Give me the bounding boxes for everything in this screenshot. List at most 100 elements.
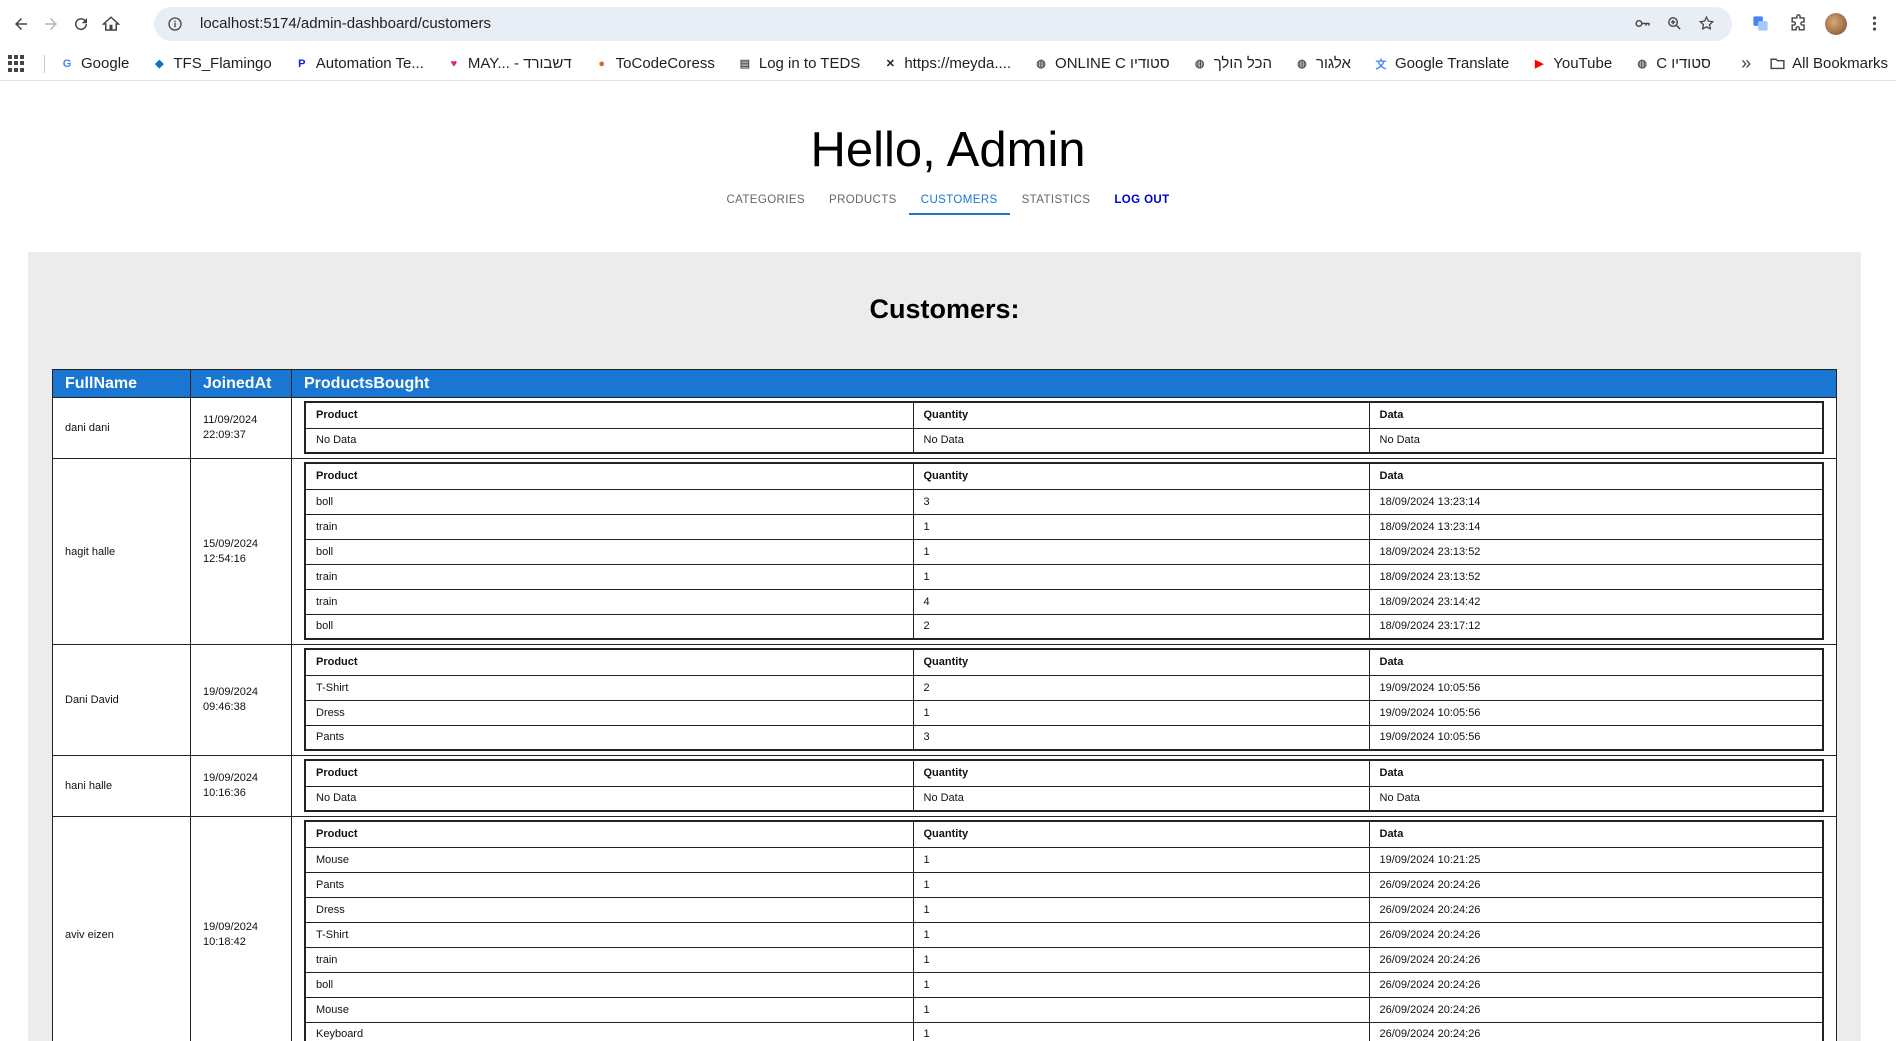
tocode-icon: ●: [598, 57, 605, 70]
tab-categories[interactable]: CATEGORIES: [714, 190, 817, 215]
inner-header-product: Product: [304, 820, 914, 848]
tab-customers[interactable]: CUSTOMERS: [908, 190, 1010, 215]
youtube-icon: ▶: [1535, 58, 1544, 70]
purchase-date: No Data: [1368, 785, 1824, 812]
all-bookmarks-button[interactable]: All Bookmarks: [1769, 55, 1888, 72]
purchase-date: 26/09/2024 20:24:26: [1368, 971, 1824, 998]
purchase-product: boll: [304, 538, 914, 565]
tab-products[interactable]: PRODUCTS: [817, 190, 909, 215]
google-icon: G: [62, 57, 72, 70]
products-bought-cell: Product Quantity Data T-Shirt 2 19/09/2024 10…: [291, 644, 1837, 756]
apps-grid-icon[interactable]: [8, 54, 26, 73]
joined-date: 15/09/2024: [203, 537, 259, 550]
header-fullname: FullName: [52, 369, 191, 398]
teds-icon: ▤: [739, 58, 751, 70]
bookmark-item[interactable]: ▶ YouTube: [1531, 55, 1612, 72]
bookmark-item[interactable]: ◍ ONLINE C סטודיו: [1033, 55, 1169, 72]
bookmark-item[interactable]: ♥ MAY... - דשבורד: [446, 55, 572, 72]
products-bought-table: Product Quantity Data No Data No Data No Data: [304, 401, 1824, 454]
purchase-quantity: 1: [912, 971, 1370, 998]
products-bought-table: Product Quantity Data boll 3 18/09/2024 13:23…: [304, 462, 1824, 640]
admin-page: Hello, Admin CATEGORIES PRODUCTS CUSTOMERS…: [0, 121, 1896, 1041]
purchase-product: boll: [304, 971, 914, 998]
tab-statistics[interactable]: STATISTICS: [1010, 190, 1103, 215]
reload-button[interactable]: [66, 9, 96, 39]
zoom-icon[interactable]: [1658, 11, 1690, 37]
purchase-quantity: 2: [912, 674, 1370, 701]
customer-joinedat: 15/09/2024 12:54:16: [190, 458, 292, 645]
bookmark-label: YouTube: [1553, 55, 1613, 72]
customers-panel: Customers: FullName JoinedAt ProductsBou…: [28, 252, 1861, 1041]
customer-fullname: hani halle: [52, 755, 191, 817]
bookmark-item[interactable]: ◍ C סטודיו: [1634, 55, 1711, 72]
purchase-product: Mouse: [304, 846, 914, 873]
browser-menu-icon[interactable]: [1858, 8, 1890, 40]
purchase-product: T-Shirt: [304, 674, 914, 701]
site-info-icon[interactable]: [164, 13, 186, 35]
home-icon: [102, 15, 120, 31]
products-bought-table: Product Quantity Data T-Shirt 2 19/09/2024 10…: [304, 648, 1824, 751]
joined-time: 22:09:37: [203, 429, 246, 441]
products-bought-cell: Product Quantity Data No Data No Data No Data: [291, 397, 1837, 459]
products-header-row: Product Quantity Data: [304, 759, 1824, 787]
profile-avatar[interactable]: [1820, 8, 1852, 40]
purchase-row: T-Shirt 1 26/09/2024 20:24:26: [304, 921, 1824, 948]
purchase-row: train 1 18/09/2024 23:13:52: [304, 563, 1824, 590]
purchase-quantity: No Data: [912, 785, 1370, 812]
bookmark-item[interactable]: ▤ Log in to TEDS: [737, 55, 861, 72]
bookmark-label: C סטודיו: [1656, 55, 1711, 72]
more-bookmarks-button[interactable]: »: [1741, 53, 1751, 74]
bookmark-item[interactable]: ● ToCodeCoress: [594, 55, 715, 72]
purchase-quantity: 1: [912, 699, 1370, 726]
purchase-row: boll 1 18/09/2024 23:13:52: [304, 538, 1824, 565]
globe-icon: ◍: [1194, 58, 1205, 70]
purchase-date: 19/09/2024 10:05:56: [1368, 699, 1824, 726]
globe-icon: ◍: [1036, 58, 1046, 70]
extensions-puzzle-icon[interactable]: [1782, 8, 1814, 40]
translate-extension-icon[interactable]: [1744, 8, 1776, 40]
inner-header-product: Product: [304, 401, 914, 429]
address-bar[interactable]: localhost:5174/admin-dashboard/customers: [154, 6, 1732, 41]
purchase-product: train: [304, 588, 914, 615]
forward-button[interactable]: [36, 9, 66, 39]
purchase-product: Keyboard: [304, 1021, 914, 1041]
customers-table-header: FullName JoinedAt ProductsBought: [52, 369, 1837, 398]
products-bought-table: Product Quantity Data No Data No Data No Data: [304, 759, 1824, 812]
bookmark-item[interactable]: P Automation Te...: [294, 55, 424, 72]
header-joinedat: JoinedAt: [190, 369, 292, 398]
purchase-date: 26/09/2024 20:24:26: [1368, 896, 1824, 923]
purchase-product: Dress: [304, 699, 914, 726]
purchase-product: Mouse: [304, 996, 914, 1023]
purchase-row: Mouse 1 19/09/2024 10:21:25: [304, 846, 1824, 873]
bookmark-item[interactable]: ◍ הכל הולך: [1192, 55, 1272, 72]
purchase-date: 26/09/2024 20:24:26: [1368, 1021, 1824, 1041]
purchase-date: 19/09/2024 10:21:25: [1368, 846, 1824, 873]
purchase-quantity: 1: [912, 871, 1370, 898]
bookmark-star-icon[interactable]: [1690, 11, 1722, 37]
bookmark-item[interactable]: ◍ אלגור: [1294, 55, 1351, 72]
back-button[interactable]: [6, 9, 36, 39]
url-text[interactable]: localhost:5174/admin-dashboard/customers: [200, 15, 491, 32]
tab-log-out[interactable]: LOG OUT: [1102, 190, 1181, 215]
bookmark-label: הכל הולך: [1213, 55, 1272, 72]
bookmark-item[interactable]: 文 Google Translate: [1373, 55, 1509, 72]
purchase-row: Dress 1 19/09/2024 10:05:56: [304, 699, 1824, 726]
home-button[interactable]: [96, 9, 126, 39]
password-key-icon[interactable]: [1626, 11, 1658, 37]
purchase-row: Mouse 1 26/09/2024 20:24:26: [304, 996, 1824, 1023]
purchase-date: 18/09/2024 23:13:52: [1368, 538, 1824, 565]
inner-header-data: Data: [1368, 401, 1824, 429]
all-bookmarks-label: All Bookmarks: [1792, 55, 1888, 72]
purchase-quantity: 1: [912, 896, 1370, 923]
purchase-row: train 1 18/09/2024 13:23:14: [304, 513, 1824, 540]
bookmark-item[interactable]: ◆ TFS_Flamingo: [151, 55, 272, 72]
customer-row: hagit halle 15/09/2024 12:54:16 Product Quan…: [52, 458, 1837, 645]
purchase-date: 19/09/2024 10:05:56: [1368, 724, 1824, 751]
purchase-date: 19/09/2024 10:05:56: [1368, 674, 1824, 701]
purchase-quantity: 2: [912, 613, 1370, 640]
purchase-row: boll 1 26/09/2024 20:24:26: [304, 971, 1824, 998]
joined-time: 10:16:36: [203, 787, 246, 799]
joined-date: 19/09/2024: [203, 772, 259, 784]
bookmark-item[interactable]: ✕ https://meyda....: [882, 55, 1011, 72]
bookmark-item[interactable]: G Google: [59, 55, 130, 72]
